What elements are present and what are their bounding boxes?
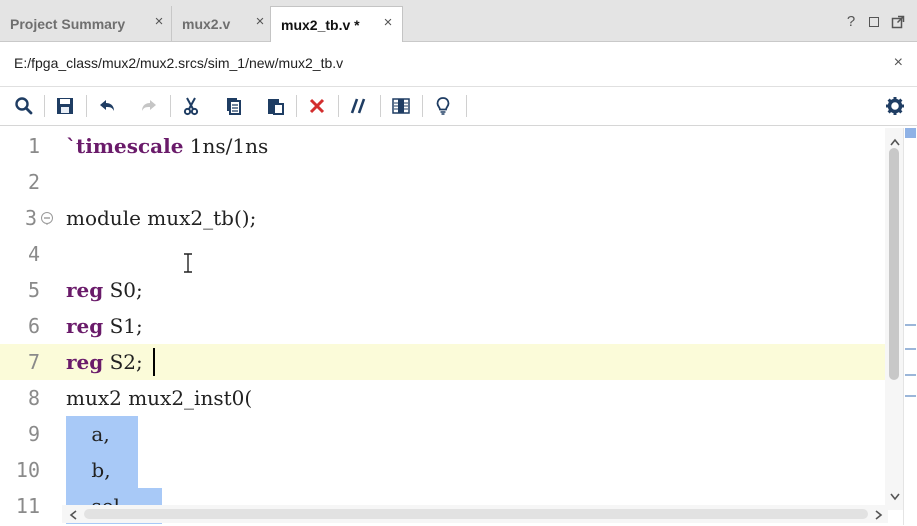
tab-mux2-tb-v[interactable]: mux2_tb.v * × — [270, 6, 403, 42]
toolbar-divider — [296, 95, 297, 117]
mouse-ibeam-icon — [182, 253, 194, 273]
line-number: 7 — [27, 350, 40, 374]
overview-marker — [905, 348, 916, 350]
toolbar-divider — [380, 95, 381, 117]
close-tab-icon[interactable]: × — [153, 14, 165, 29]
code-line-1: `timescale 1ns/1ns — [66, 134, 269, 158]
paste-icon[interactable] — [264, 95, 286, 117]
code-line-7: reg S2; — [66, 350, 143, 374]
overview-marker — [905, 374, 916, 376]
save-icon[interactable] — [54, 95, 76, 117]
line-number: 3 — [24, 206, 37, 230]
vertical-scroll-thumb[interactable] — [889, 148, 899, 380]
toolbar-divider — [44, 95, 45, 117]
toolbar-divider — [466, 95, 467, 117]
toolbar-divider — [422, 95, 423, 117]
line-number: 5 — [27, 278, 40, 302]
overview-marker — [905, 128, 916, 138]
redo-icon[interactable] — [138, 95, 160, 117]
close-tab-icon[interactable]: × — [382, 15, 394, 30]
code-line-5: reg S0; — [66, 278, 143, 302]
line-number: 11 — [15, 494, 40, 518]
file-path-bar: E:/fpga_class/mux2/mux2.srcs/sim_1/new/m… — [0, 42, 917, 87]
line-number: 2 — [27, 170, 40, 194]
line-number: 6 — [27, 314, 40, 338]
scroll-left-icon[interactable] — [68, 508, 78, 520]
toolbar-divider — [86, 95, 87, 117]
overview-ruler[interactable] — [903, 128, 917, 525]
search-icon[interactable] — [13, 95, 35, 117]
line-number: 9 — [27, 422, 40, 446]
tab-label: mux2_tb.v * — [281, 16, 360, 33]
code-line-10: b, — [66, 458, 111, 482]
code-line-8: mux2 mux2_inst0( — [66, 386, 253, 410]
scroll-right-icon[interactable] — [874, 508, 884, 520]
editor-toolbar — [0, 87, 917, 126]
float-icon[interactable] — [891, 15, 905, 29]
delete-icon[interactable] — [306, 95, 328, 117]
code-line-6: reg S1; — [66, 314, 143, 338]
settings-icon[interactable] — [884, 95, 906, 117]
scroll-down-icon[interactable] — [889, 489, 901, 501]
line-number: 1 — [27, 134, 40, 158]
close-path-icon[interactable]: × — [894, 54, 903, 72]
scroll-up-icon[interactable] — [889, 134, 901, 146]
help-icon[interactable]: ? — [843, 14, 859, 30]
copy-icon[interactable] — [222, 95, 244, 117]
toolbar-divider — [170, 95, 171, 117]
fold-toggle-icon[interactable] — [40, 211, 54, 225]
undo-icon[interactable] — [96, 95, 118, 117]
code-editor[interactable]: 1 2 3 4 5 6 7 8 9 10 11 `timescale 1ns/1… — [0, 127, 917, 525]
close-tab-icon[interactable]: × — [254, 14, 266, 29]
tab-mux2-v[interactable]: mux2.v × — [172, 6, 272, 41]
overview-marker — [905, 395, 916, 397]
column-select-icon[interactable] — [390, 95, 412, 117]
toolbar-divider — [338, 95, 339, 117]
line-number: 4 — [27, 242, 40, 266]
line-number: 8 — [27, 386, 40, 410]
tab-project-summary[interactable]: Project Summary × — [0, 6, 172, 41]
line-number: 10 — [15, 458, 40, 482]
restore-icon[interactable] — [869, 17, 879, 27]
text-caret — [153, 348, 155, 376]
cut-icon[interactable] — [180, 95, 202, 117]
comment-icon[interactable] — [348, 95, 370, 117]
code-line-3: module mux2_tb(); — [66, 206, 257, 230]
code-line-9: a, — [66, 422, 110, 446]
horizontal-scroll-thumb[interactable] — [84, 509, 868, 519]
file-path: E:/fpga_class/mux2/mux2.srcs/sim_1/new/m… — [14, 55, 344, 71]
lightbulb-icon[interactable] — [432, 95, 454, 117]
overview-marker — [905, 324, 916, 326]
tab-label: mux2.v — [182, 15, 231, 32]
editor-tab-bar: Project Summary × mux2.v × mux2_tb.v * ×… — [0, 0, 917, 42]
tab-label: Project Summary — [10, 15, 126, 32]
